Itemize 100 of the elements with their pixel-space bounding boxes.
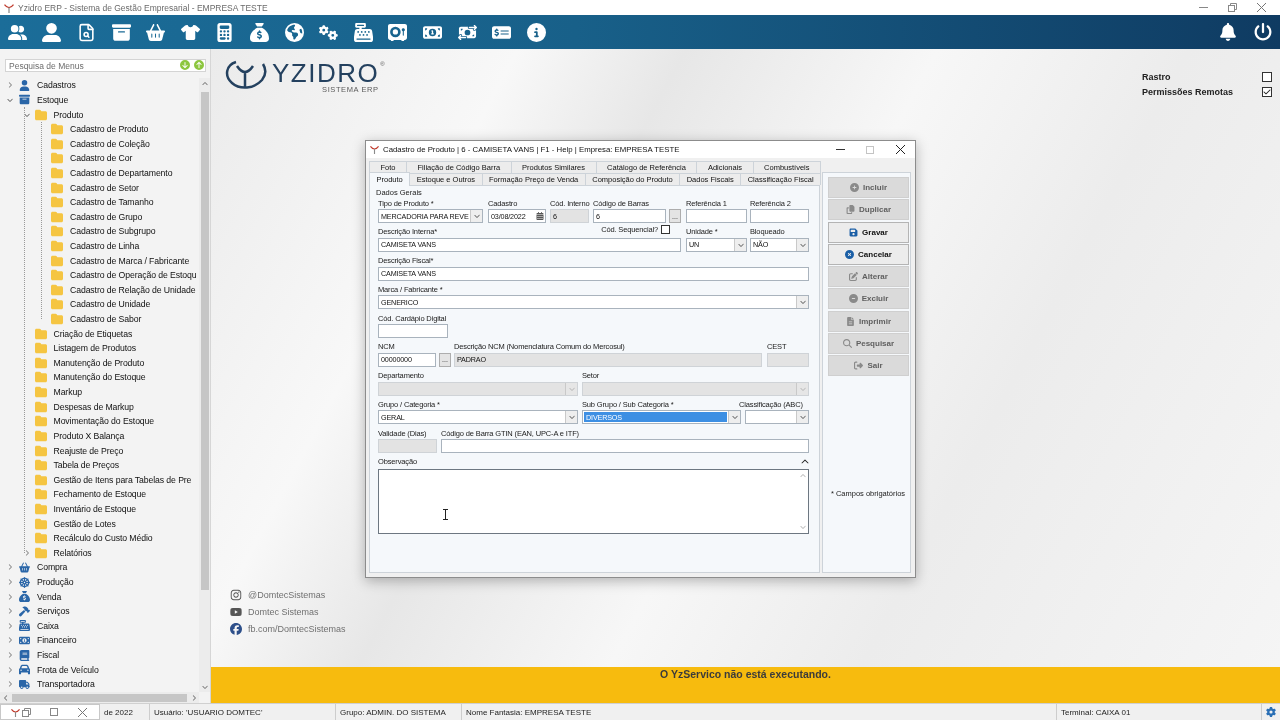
chevron-down-icon[interactable] (7, 96, 13, 103)
gears-icon[interactable] (319, 22, 339, 42)
checkbox[interactable] (661, 225, 670, 235)
chevron-down-icon[interactable] (473, 213, 480, 219)
chevron-down-icon[interactable] (799, 299, 806, 306)
search-field[interactable]: Pesquisa de Menus (5, 59, 206, 72)
chevron-down-icon[interactable] (568, 414, 575, 421)
scrollbar[interactable] (0, 692, 199, 703)
menu-item[interactable]: Cadastro de Subgrupo (70, 225, 156, 238)
menu-item[interactable]: Reajuste de Preço (53, 444, 124, 457)
money-bag-icon[interactable] (249, 22, 269, 42)
chevron-down-icon[interactable] (799, 414, 806, 421)
menu-item[interactable]: Frota de Veículo (37, 663, 99, 676)
scroll-down-icon[interactable] (800, 523, 806, 530)
scroll-right-icon[interactable] (190, 694, 197, 701)
money-transfer-icon[interactable] (457, 22, 477, 42)
menu-item[interactable]: Listagem de Produtos (53, 342, 136, 355)
menu-item[interactable]: Produto X Balança (53, 429, 125, 442)
menu-item[interactable]: Movimentação do Estoque (53, 415, 155, 428)
menu-item[interactable]: Cadastro de Unidade (70, 298, 151, 311)
menu-item[interactable]: Cadastros (37, 79, 76, 92)
file-search-icon[interactable] (77, 22, 96, 42)
archive-box-icon[interactable] (111, 22, 131, 42)
chevron-down-icon[interactable] (737, 241, 744, 248)
menu-item[interactable]: Produção (37, 576, 74, 588)
menu-item[interactable]: Cadastro de Tamanho (70, 196, 154, 209)
menu-item[interactable]: Fiscal (37, 649, 60, 662)
menu-item[interactable]: Cadastro de Operação de Estoqu (70, 269, 197, 282)
menu-item[interactable]: Cadastro de Relação de Unidade (70, 283, 196, 296)
menu-item[interactable]: Venda (37, 590, 62, 603)
menu-item[interactable]: Gestão de Lotes (53, 517, 116, 530)
menu-item[interactable]: Cadastro de Marca / Fabricante (70, 254, 190, 267)
minimize-icon[interactable] (835, 149, 845, 150)
menu-item[interactable]: Compra (37, 561, 68, 574)
social-link[interactable]: @DomtecSistemas (248, 589, 326, 600)
cash-register-icon[interactable] (353, 22, 373, 42)
facebook-icon[interactable] (230, 622, 242, 635)
checkbox[interactable] (1262, 86, 1272, 97)
dropdown[interactable] (745, 410, 809, 425)
power-icon[interactable] (1253, 23, 1272, 41)
menu-item[interactable]: Financeiro (37, 634, 77, 647)
basket-icon[interactable] (146, 22, 166, 42)
menu-item[interactable]: Manutenção de Produto (53, 356, 145, 369)
scroll-up-icon[interactable] (800, 472, 806, 479)
menu-item[interactable]: Cadastro de Departamento (70, 166, 173, 179)
menu-item[interactable]: Inventário de Estoque (53, 502, 136, 515)
menu-item[interactable]: Cadastro de Setor (70, 181, 139, 194)
scroll-up-icon[interactable] (201, 80, 208, 87)
chevron-right-icon[interactable] (7, 82, 13, 89)
chevron-right-icon[interactable] (7, 593, 13, 600)
menu-item[interactable]: Manutenção do Estoque (53, 371, 146, 384)
calendar-icon[interactable] (535, 212, 544, 220)
menu-item[interactable]: Caixa (37, 619, 59, 632)
settings-icon[interactable] (1266, 707, 1276, 717)
chevron-right-icon[interactable] (7, 622, 13, 629)
social-link[interactable]: Domtec Sistemas (248, 606, 319, 617)
menu-item[interactable]: Estoque (37, 93, 69, 106)
vault-icon[interactable] (388, 22, 408, 42)
menu-item[interactable]: Cadastro de Linha (70, 240, 140, 252)
menu-item[interactable]: Cadastro de Grupo (70, 210, 143, 223)
social-link[interactable]: fb.com/DomtecSistemas (248, 623, 346, 634)
chevron-right-icon[interactable] (7, 666, 13, 673)
close-icon[interactable] (895, 145, 905, 154)
maximize-icon[interactable] (50, 708, 58, 716)
calculator-icon[interactable] (215, 22, 235, 42)
shirt-icon[interactable] (180, 22, 200, 42)
chevron-right-icon[interactable] (7, 681, 13, 688)
scroll-left-icon[interactable] (2, 694, 9, 701)
menu-item[interactable]: Cadastro de Cor (70, 152, 133, 165)
scroll-down-icon[interactable] (201, 683, 208, 690)
chevron-right-icon[interactable] (23, 549, 30, 556)
menu-item[interactable]: Tabela de Preços (53, 459, 120, 472)
input-field[interactable] (750, 209, 809, 223)
menu-item[interactable]: Cadastro de Coleção (70, 137, 150, 150)
menu-item[interactable]: Cadastro de Produto (70, 123, 149, 136)
menu-item[interactable]: Produto (53, 108, 84, 121)
chevron-right-icon[interactable] (7, 637, 13, 644)
instagram-icon[interactable] (230, 588, 242, 601)
scrollbar-thumb[interactable] (12, 693, 187, 702)
input-field[interactable] (686, 209, 747, 223)
minimized-window[interactable] (0, 704, 100, 720)
menu-item[interactable]: Serviços (37, 605, 70, 618)
menu-item[interactable]: Fechamento de Estoque (53, 488, 147, 501)
menu-item[interactable]: Relatórios (53, 546, 92, 559)
info-icon[interactable] (526, 22, 546, 42)
bell-icon[interactable] (1219, 23, 1238, 41)
menu-item[interactable]: Gestão de Itens para Tabelas de Pre (53, 473, 192, 486)
users-icon[interactable] (7, 22, 27, 42)
scrollbar[interactable] (199, 78, 210, 692)
youtube-icon[interactable] (230, 605, 242, 618)
menu-item[interactable]: Recálculo do Custo Médio (53, 532, 153, 545)
chevron-down-icon[interactable] (799, 241, 806, 248)
cancel-button[interactable]: Cancelar (828, 243, 909, 265)
chevron-down-icon[interactable] (23, 111, 30, 118)
chevron-right-icon[interactable] (7, 608, 13, 615)
restore-icon[interactable] (1228, 3, 1237, 12)
user-icon[interactable] (42, 22, 62, 42)
input-field[interactable] (441, 439, 809, 453)
restore-icon[interactable] (22, 707, 31, 717)
scrollbar-thumb[interactable] (200, 92, 209, 590)
